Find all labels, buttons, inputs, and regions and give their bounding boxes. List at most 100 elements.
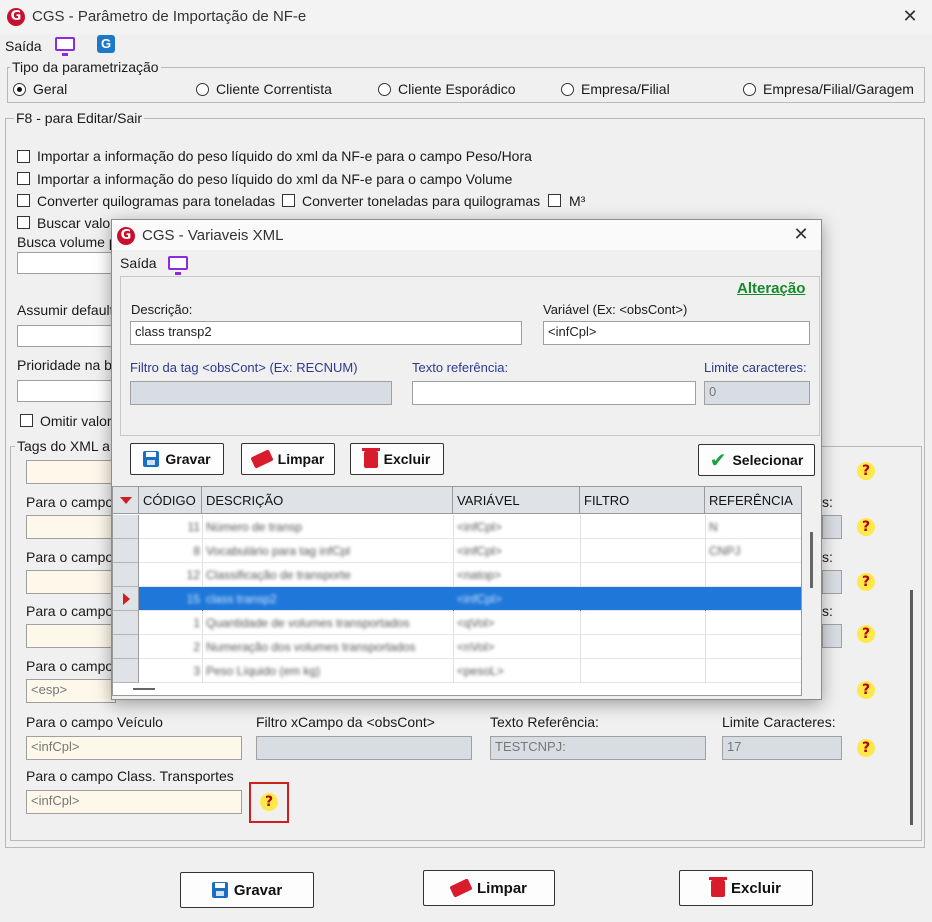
table-row[interactable]: 1 Quantidade de volumes transportados <qVo… [113, 611, 801, 635]
grid-divider [580, 587, 581, 611]
radio-cliente-correntista[interactable] [196, 83, 209, 96]
radio-cliente-esporadico[interactable] [378, 83, 391, 96]
table-row[interactable]: 11 Número de transp <infCpl> N [113, 515, 801, 539]
tags-scrollbar[interactable] [910, 590, 913, 825]
trash-icon [708, 876, 727, 897]
grid-divider [453, 515, 454, 539]
limite-caracteres-field[interactable]: 0 [704, 381, 810, 405]
grid-cell: <nVol> [457, 640, 495, 654]
app-logo-icon: G [7, 8, 25, 26]
grid-hscroll[interactable] [133, 688, 155, 690]
grid-divider [705, 587, 706, 611]
grid-divider [453, 659, 454, 683]
dialog-gravar-label: Gravar [165, 451, 211, 467]
limite-field-3[interactable] [822, 570, 842, 594]
table-row[interactable]: 3 Peso Líquido (em kg) <pesoL> [113, 659, 801, 683]
chk-peso-hora[interactable] [17, 150, 30, 163]
veiculo-field[interactable]: <infCpl> [26, 736, 242, 760]
filtro-field[interactable] [130, 381, 392, 405]
assumir-default-field[interactable] [17, 325, 113, 347]
sort-down-icon [120, 497, 132, 504]
limpar-button[interactable]: Limpar [423, 870, 555, 906]
dialog-saida-menu[interactable]: Saída [120, 255, 157, 271]
monitor-icon[interactable] [168, 256, 188, 275]
help-icon[interactable]: ? [857, 625, 875, 643]
col-filtro[interactable]: FILTRO [580, 487, 705, 514]
row-header[interactable] [113, 659, 139, 683]
chk-m3-label: M³ [569, 193, 586, 209]
row-header[interactable] [113, 539, 139, 563]
para-o-campo-label-3: Para o campo [26, 549, 114, 565]
col-descricao[interactable]: DESCRIÇÃO [202, 487, 453, 514]
grid-divider [580, 539, 581, 563]
row-header[interactable] [113, 611, 139, 635]
busca-volume-field[interactable] [17, 252, 113, 274]
grid-cell: <qVol> [457, 616, 495, 630]
variavel-field[interactable]: <infCpl> [543, 321, 810, 345]
para-o-campo-label-5: Para o campo [26, 658, 114, 674]
help-icon[interactable]: ? [857, 573, 875, 591]
tag-field-4[interactable] [26, 624, 116, 648]
col-variavel[interactable]: VARIÁVEL [453, 487, 580, 514]
limite-field-2[interactable] [822, 515, 842, 539]
excluir-button[interactable]: Excluir [679, 870, 813, 906]
table-row[interactable]: 12 Classificação de transporte <natop> [113, 563, 801, 587]
tag-field-esp[interactable]: <esp> [26, 679, 116, 703]
dialog-excluir-button[interactable]: Excluir [350, 443, 444, 475]
g-app-icon[interactable]: G [97, 35, 115, 53]
monitor-icon[interactable] [55, 37, 75, 56]
help-icon[interactable]: ? [260, 793, 278, 811]
busca-volume-label: Busca volume p [17, 234, 117, 250]
tag-field-3[interactable] [26, 570, 116, 594]
descricao-field[interactable]: class transp2 [130, 321, 522, 345]
dialog-limpar-button[interactable]: Limpar [241, 443, 335, 475]
grid-divider [580, 563, 581, 587]
tag-field-1[interactable] [26, 460, 116, 484]
chk-omitir[interactable] [20, 414, 33, 427]
saida-menu[interactable]: Saída [5, 38, 42, 54]
limpar-label: Limpar [476, 879, 527, 897]
chk-ton-kg[interactable] [282, 194, 295, 207]
selecionar-button[interactable]: ✔ Selecionar [698, 444, 815, 476]
help-icon[interactable]: ? [857, 739, 875, 757]
close-button[interactable]: ✕ [898, 7, 922, 27]
help-icon[interactable]: ? [857, 681, 875, 699]
grid-cell: <infCpl> [457, 544, 502, 558]
limite-field-4[interactable] [822, 624, 842, 648]
chk-buscar[interactable] [17, 216, 30, 229]
chk-kg-ton[interactable] [17, 194, 30, 207]
help-icon[interactable]: ? [857, 462, 875, 480]
row-header[interactable] [113, 515, 139, 539]
texto-referencia-field[interactable] [412, 381, 696, 405]
radio-geral[interactable] [13, 83, 26, 96]
help-icon[interactable]: ? [857, 518, 875, 536]
veiculo-filtro-field[interactable] [256, 736, 472, 760]
grid-divider [453, 539, 454, 563]
radio-empresa-filial-garagem[interactable] [743, 83, 756, 96]
table-row[interactable]: 2 Numeração dos volumes transportados <nVo… [113, 635, 801, 659]
chk-m3[interactable] [548, 194, 561, 207]
prioridade-field[interactable] [17, 380, 113, 402]
table-row[interactable]: 15 class transp2 <infCpl> [113, 587, 801, 611]
class-transp-field[interactable]: <infCpl> [26, 790, 242, 814]
tag-field-2[interactable] [26, 515, 116, 539]
f8-group-label: F8 - para Editar/Sair [14, 110, 145, 126]
row-header[interactable] [113, 587, 139, 611]
dialog-close-button[interactable]: ✕ [789, 225, 813, 245]
dialog-gravar-button[interactable]: Gravar [130, 443, 224, 475]
chk-peso-volume[interactable] [17, 172, 30, 185]
grid-body: 11 Número de transp <infCpl> N 8 Vocabulário … [113, 515, 801, 683]
row-header[interactable] [113, 635, 139, 659]
col-codigo[interactable]: CÓDIGO [139, 487, 202, 514]
col-referencia[interactable]: REFERÊNCIA [705, 487, 801, 514]
veiculo-limite-field[interactable]: 17 [722, 736, 842, 760]
gravar-button[interactable]: Gravar [180, 872, 314, 908]
table-row[interactable]: 8 Vocabulário para tag infCpl <infCpl> CNPJ [113, 539, 801, 563]
grid-cell: Peso Líquido (em kg) [206, 664, 321, 678]
row-header[interactable] [113, 563, 139, 587]
window-title-bar: G CGS - Parâmetro de Importação de NF-e … [0, 0, 932, 34]
veiculo-texto-field[interactable]: TESTCNPJ: [490, 736, 706, 760]
radio-empresa-filial[interactable] [561, 83, 574, 96]
grid-vscroll[interactable] [810, 532, 813, 588]
grid-cell: Numeração dos volumes transportados [206, 640, 416, 654]
